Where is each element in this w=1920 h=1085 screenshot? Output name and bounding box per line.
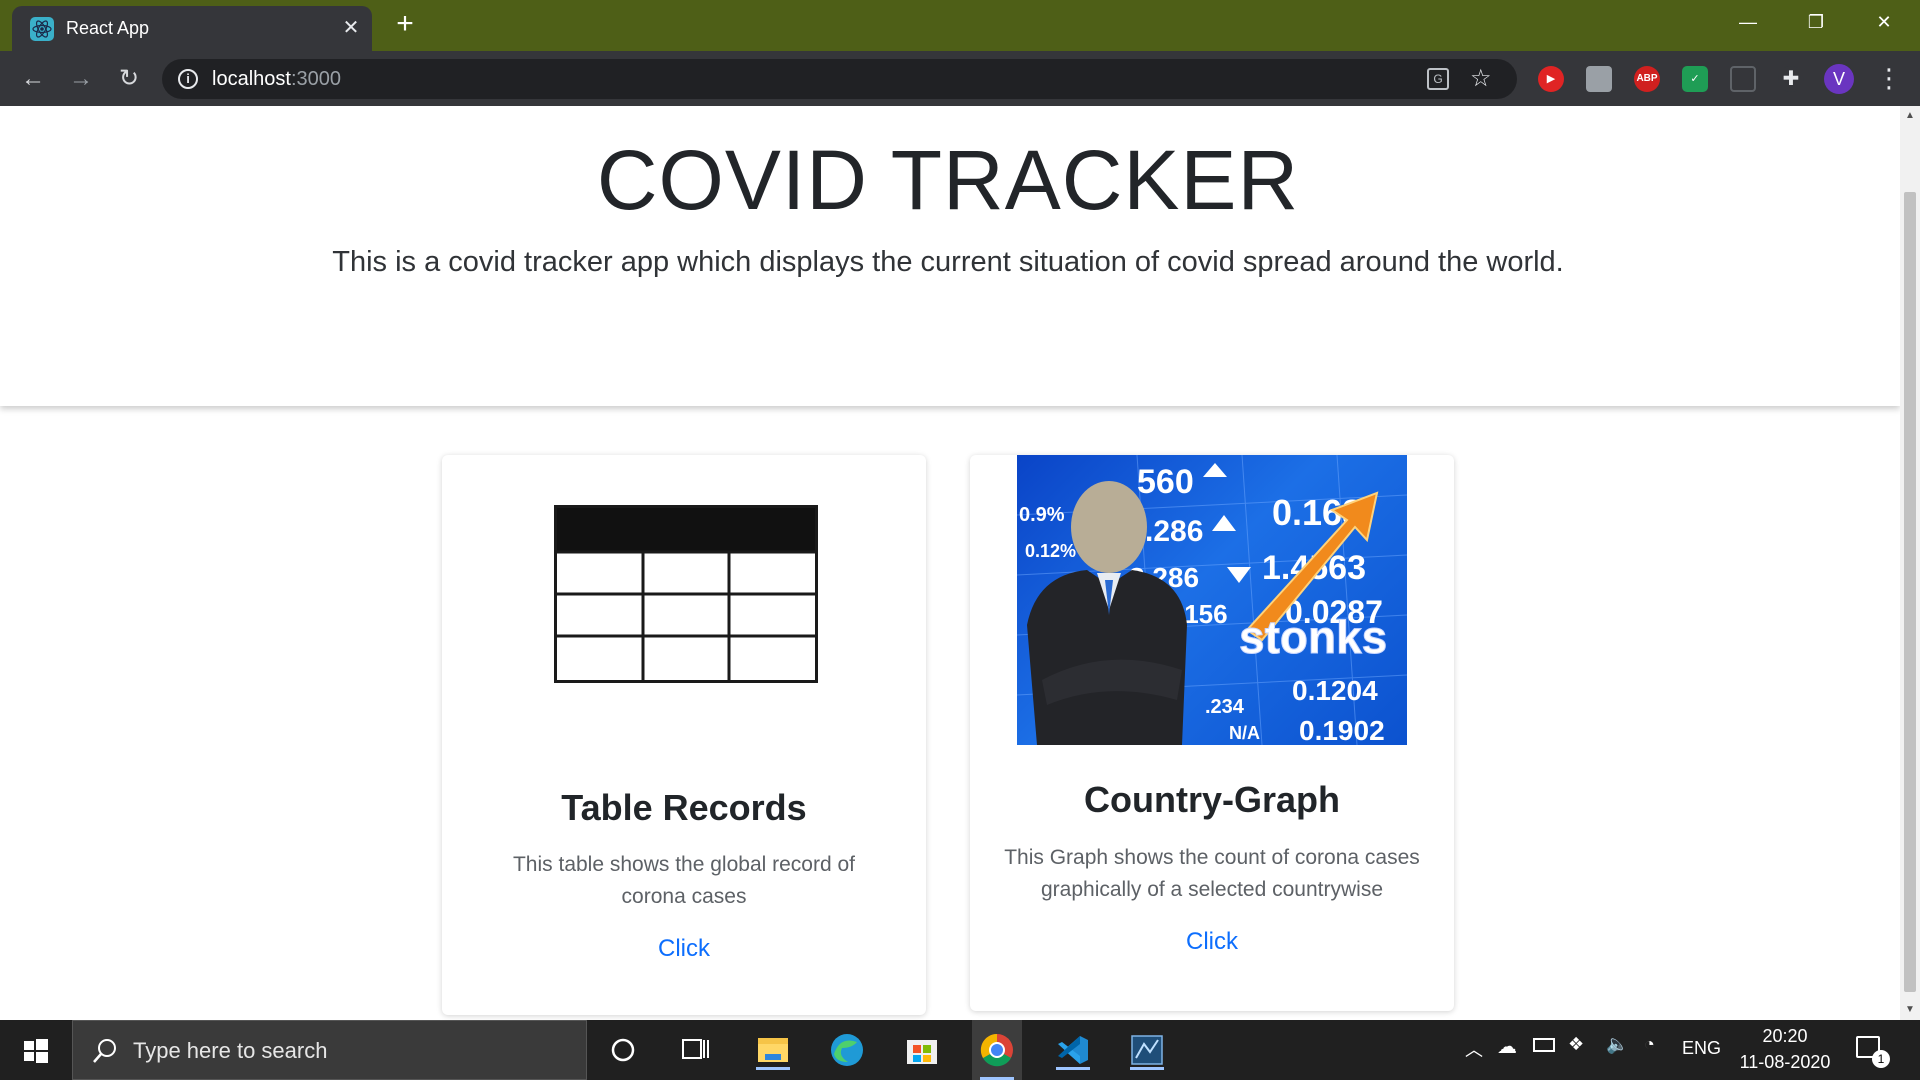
reload-icon[interactable]: ↻ <box>114 64 144 94</box>
tab-title: React App <box>66 18 150 38</box>
svg-text:0.9%: 0.9% <box>1019 504 1065 526</box>
clock-time[interactable]: 20:20 <box>1740 1026 1830 1047</box>
taskbar-search-input[interactable]: Type here to search <box>72 1020 587 1080</box>
card-text: This Graph shows the count of corona cas… <box>1004 846 1420 901</box>
onedrive-cloud-icon[interactable]: ☁ <box>1497 1034 1517 1059</box>
language-indicator[interactable]: ENG <box>1682 1038 1721 1059</box>
new-tab-button[interactable]: + <box>390 9 420 40</box>
tab-close-icon[interactable]: ✕ <box>339 16 363 40</box>
back-arrow-icon[interactable]: ← <box>18 64 48 94</box>
table-icon <box>554 505 818 683</box>
scroll-down-arrow-icon[interactable]: ▼ <box>1900 1000 1920 1020</box>
dropbox-icon[interactable]: ❖ <box>1568 1034 1584 1055</box>
adblock-plus-icon[interactable]: ABP <box>1634 66 1660 92</box>
extension-gray-icon[interactable] <box>1586 66 1612 92</box>
file-explorer-icon[interactable] <box>748 1030 798 1070</box>
minimize-button[interactable]: — <box>1720 0 1776 44</box>
stonks-meme-image: 560 0.168 .286 1.4563 2.286 0.0287 .156 … <box>1017 455 1407 745</box>
svg-text:stonks: stonks <box>1239 611 1387 663</box>
card-title: Country-Graph <box>1084 779 1340 820</box>
windows-taskbar: Type here to search ︿ ☁ ❖ 🔈 ◔ ENG 20:20 … <box>0 1020 1920 1080</box>
microsoft-store-icon[interactable] <box>897 1030 947 1070</box>
close-window-button[interactable]: ✕ <box>1856 0 1912 44</box>
app-taskbar-icon[interactable] <box>1122 1030 1172 1070</box>
edge-browser-icon[interactable] <box>822 1030 872 1070</box>
page-title: COVID TRACKER <box>596 133 1300 227</box>
svg-text:560: 560 <box>1137 463 1194 501</box>
clock-date[interactable]: 11-08-2020 <box>1728 1052 1842 1073</box>
svg-text:N/A: N/A <box>1229 723 1260 743</box>
page-subtitle: This is a covid tracker app which displa… <box>332 246 1564 278</box>
svg-text:0.12%: 0.12% <box>1025 541 1076 561</box>
card-text: This table shows the global record of co… <box>512 853 856 908</box>
svg-text:.286: .286 <box>1145 515 1203 548</box>
page-scrollbar[interactable]: ▲ ▼ <box>1900 106 1920 1020</box>
chrome-taskbar-icon[interactable] <box>972 1020 1022 1080</box>
task-view-icon[interactable] <box>670 1030 720 1070</box>
chrome-menu-icon[interactable]: ⋮ <box>1876 63 1902 93</box>
search-placeholder: Type here to search <box>133 1038 328 1063</box>
react-favicon-icon <box>30 17 54 41</box>
site-info-icon[interactable]: i <box>178 69 198 89</box>
wifi-icon[interactable]: ◔ <box>1644 1034 1655 1055</box>
card-link-country-graph[interactable]: Click <box>970 928 1454 956</box>
page-header: COVID TRACKER This is a covid tracker ap… <box>0 106 1900 406</box>
battery-icon[interactable] <box>1533 1038 1555 1052</box>
notification-badge: 1 <box>1872 1050 1890 1068</box>
extensions-puzzle-icon[interactable]: ✚ <box>1778 66 1804 92</box>
extension-red-icon[interactable]: ▶ <box>1538 66 1564 92</box>
windows-start-icon[interactable] <box>12 1033 58 1069</box>
profile-avatar[interactable]: V <box>1824 64 1854 94</box>
bookmark-star-icon[interactable]: ☆ <box>1470 64 1492 93</box>
scrollbar-thumb[interactable] <box>1904 192 1916 992</box>
search-icon <box>93 1039 116 1063</box>
scroll-up-arrow-icon[interactable]: ▲ <box>1900 106 1920 126</box>
volume-icon[interactable]: 🔈 <box>1606 1034 1628 1055</box>
svg-text:0.1204: 0.1204 <box>1292 675 1378 706</box>
svg-text:0.1902: 0.1902 <box>1299 715 1385 745</box>
show-hidden-icons-chevron-icon[interactable]: ︿ <box>1465 1036 1483 1062</box>
browser-toolbar: ← → ↻ i localhost:3000 G ☆ ▶ ABP ✓ ✚ V ⋮ <box>0 51 1920 106</box>
card-country-graph: 560 0.168 .286 1.4563 2.286 0.0287 .156 … <box>970 455 1454 1011</box>
address-bar[interactable]: i localhost:3000 G ☆ <box>162 59 1517 99</box>
cortana-icon[interactable] <box>598 1030 648 1070</box>
card-title: Table Records <box>561 787 807 828</box>
url-text[interactable]: localhost:3000 <box>212 68 341 91</box>
camera-extension-icon[interactable] <box>1730 66 1756 92</box>
extension-green-check-icon[interactable]: ✓ <box>1682 66 1708 92</box>
card-table-records: Table Records This table shows the globa… <box>442 455 926 1015</box>
page-content: COVID TRACKER This is a covid tracker ap… <box>0 106 1900 1020</box>
browser-tab-strip: React App ✕ + — ❐ ✕ <box>0 0 1920 51</box>
svg-text:.234: .234 <box>1205 696 1245 718</box>
browser-tab[interactable]: React App ✕ <box>12 6 372 51</box>
card-link-table-records[interactable]: Click <box>442 935 926 963</box>
forward-arrow-icon[interactable]: → <box>66 64 96 94</box>
translate-icon[interactable]: G <box>1427 68 1449 90</box>
restore-button[interactable]: ❐ <box>1788 0 1844 44</box>
vscode-icon[interactable] <box>1048 1030 1098 1070</box>
